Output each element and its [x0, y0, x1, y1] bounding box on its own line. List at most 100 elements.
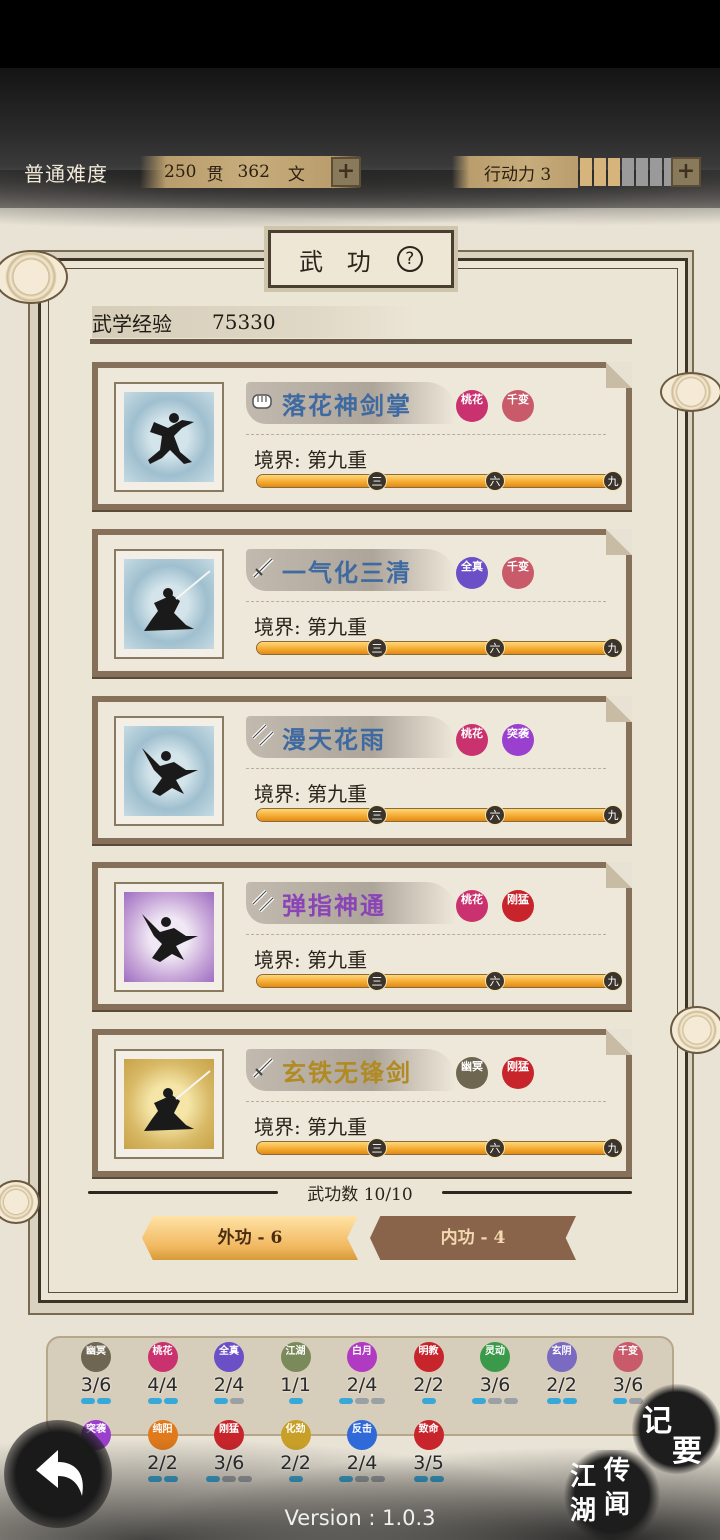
sect-pip [288, 1398, 303, 1404]
sect-pip [472, 1398, 486, 1404]
sect-pip [613, 1398, 627, 1404]
sect-pip [339, 1398, 353, 1404]
action-power-cell [650, 158, 662, 186]
skill-tag-text: 突袭 [507, 727, 529, 740]
sect-pips [332, 1398, 392, 1404]
skill-card[interactable]: 漫天花雨 桃花 突袭 境界: 第九重 三 六 九 [92, 696, 632, 844]
realm-marker: 三 [367, 471, 387, 491]
sect-name: 江湖 [285, 1346, 306, 1357]
skill-tag-text: 千变 [507, 560, 529, 573]
sect-value: 4/4 [147, 1374, 178, 1396]
sect-pips [266, 1398, 326, 1404]
exp-label: 武学经验 [92, 311, 172, 336]
sect-pips [465, 1398, 525, 1404]
exp-value: 75330 [212, 310, 276, 334]
sect-bonus-item[interactable]: 白月 2/4 [332, 1342, 392, 1404]
help-icon[interactable]: ? [396, 246, 423, 272]
memo-char-1: 记 [642, 1404, 672, 1439]
skill-tag-seal: 幽冥 [456, 1057, 488, 1089]
skill-tag-seal: 全真 [456, 557, 488, 589]
sect-bonus-item[interactable]: 全真 2/4 [199, 1342, 259, 1404]
sect-pip [371, 1398, 385, 1404]
skill-divider [246, 934, 606, 935]
memo-char-2: 要 [672, 1434, 702, 1469]
realm-marker: 九 [603, 805, 623, 825]
sect-name: 玄阴 [551, 1346, 572, 1357]
skill-card[interactable]: 落花神剑掌 桃花 千变 境界: 第九重 三 六 九 [92, 362, 632, 510]
skill-tag-text: 桃花 [461, 727, 483, 740]
action-power-cell [594, 158, 606, 186]
sect-value: 2/2 [413, 1374, 444, 1396]
sect-value: 3/6 [80, 1374, 112, 1396]
sect-bonus-item[interactable]: 玄阴 2/2 [532, 1342, 592, 1404]
skill-tag-text: 千变 [507, 393, 529, 406]
sect-seal: 灵动 [480, 1342, 510, 1372]
sect-value: 2/4 [213, 1374, 245, 1396]
version-label: Version : 1.0.3 [284, 1506, 436, 1530]
money-wen-value: 362 [237, 162, 270, 182]
sect-seal: 幽冥 [81, 1342, 111, 1372]
skill-realm: 境界: 第九重 [254, 782, 368, 806]
skill-realm: 境界: 第九重 [254, 948, 368, 972]
skill-realm: 境界: 第九重 [254, 448, 368, 472]
sect-seal: 玄阴 [546, 1342, 577, 1372]
skill-name: 弹指神通 [282, 891, 386, 920]
sect-seal: 江湖 [280, 1342, 311, 1372]
skill-divider [246, 768, 606, 769]
skill-divider [246, 434, 606, 435]
skill-tag-seal: 千变 [502, 390, 534, 422]
add-money-button[interactable]: + [331, 157, 361, 187]
money-display: 250 贯 362 文 [140, 156, 360, 188]
skill-divider [246, 1101, 606, 1102]
back-arrow-icon [36, 1450, 83, 1496]
sect-pips [133, 1398, 193, 1404]
sect-name: 桃花 [152, 1346, 173, 1357]
sect-seal: 桃花 [147, 1342, 178, 1372]
realm-marker: 三 [367, 638, 387, 658]
sect-bonus-item[interactable]: 明教 2/2 [399, 1342, 459, 1404]
skill-portrait-frame [114, 716, 224, 826]
skill-tag-seal: 桃花 [456, 724, 488, 756]
dart-type-icon [250, 888, 276, 914]
add-action-power-button[interactable]: + [671, 157, 701, 187]
sect-pip [163, 1398, 178, 1404]
skill-progress-fill [257, 475, 615, 487]
skill-count: 武功数 10/10 [88, 1180, 632, 1205]
skill-tag-text: 刚猛 [507, 1060, 529, 1073]
skill-card[interactable]: 弹指神通 桃花 刚猛 境界: 第九重 三 六 九 [92, 862, 632, 1010]
sect-seal: 白月 [347, 1342, 377, 1372]
skill-tag-seal: 桃花 [456, 390, 488, 422]
sect-name: 全真 [219, 1346, 239, 1357]
skill-tag-seal: 桃花 [456, 890, 488, 922]
skill-card[interactable]: 一气化三清 全真 千变 境界: 第九重 三 六 九 [92, 529, 632, 677]
skill-progress-bar: 三六九 [256, 1138, 623, 1158]
sect-pip [421, 1398, 436, 1404]
skill-portrait-frame [114, 549, 224, 659]
cloud-decoration-right [660, 372, 720, 412]
panel-title-tab: 武 功 ? [268, 230, 454, 288]
sect-name: 幽冥 [86, 1346, 106, 1357]
sect-pip [488, 1398, 502, 1404]
skill-portrait [124, 892, 214, 982]
skill-tag-seal: 突袭 [502, 724, 534, 756]
action-power-cell [622, 158, 634, 186]
skill-card[interactable]: 玄铁无锋剑 幽冥 刚猛 境界: 第九重 三 六 九 [92, 1029, 632, 1177]
sect-bonus-item[interactable]: 灵动 3/6 [465, 1342, 525, 1404]
money-guan-value: 250 [164, 162, 197, 182]
sect-pips [199, 1398, 259, 1404]
skill-portrait [124, 1059, 214, 1149]
tab-internal-skills[interactable]: 内功 - 4 [370, 1216, 576, 1260]
realm-marker: 六 [485, 971, 505, 991]
sect-value: 2/4 [346, 1374, 378, 1396]
skill-progress-fill [257, 809, 615, 821]
sect-bonus-item[interactable]: 幽冥 3/6 [66, 1342, 126, 1404]
realm-marker: 九 [603, 971, 623, 991]
skill-progress-bar: 三六九 [256, 471, 623, 491]
tab-external-skills[interactable]: 外功 - 6 [142, 1216, 358, 1260]
skill-tag-seal: 刚猛 [502, 890, 534, 922]
skill-name: 玄铁无锋剑 [282, 1058, 412, 1087]
sect-name: 白月 [352, 1346, 372, 1357]
sect-bonus-item[interactable]: 江湖 1/1 [266, 1342, 326, 1404]
sect-bonus-item[interactable]: 桃花 4/4 [133, 1342, 193, 1404]
sect-name: 灵动 [485, 1346, 505, 1357]
